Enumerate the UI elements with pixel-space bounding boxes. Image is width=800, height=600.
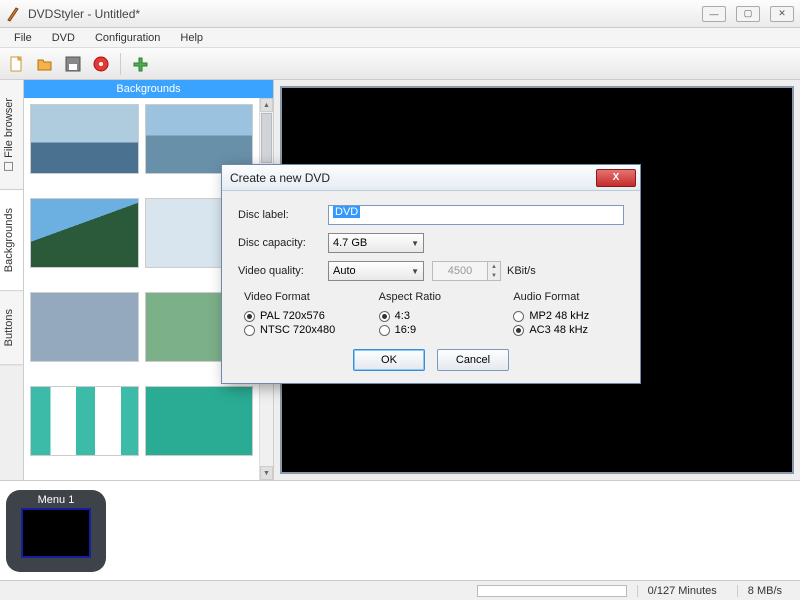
bitrate-spinner[interactable]: ▲▼ bbox=[487, 261, 501, 281]
new-dvd-dialog: Create a new DVD X Disc label: DVD Disc … bbox=[221, 164, 641, 384]
radio-icon bbox=[244, 325, 255, 336]
radio-icon bbox=[513, 311, 524, 322]
window-titlebar: DVDStyler - Untitled* — ▢ ✕ bbox=[0, 0, 800, 28]
dialog-close-button[interactable]: X bbox=[596, 169, 636, 187]
sidetab-buttons[interactable]: Buttons bbox=[0, 291, 23, 365]
audio-format-group: Audio Format MP2 48 kHz AC3 48 kHz bbox=[507, 291, 624, 337]
menu-chip-thumbnail bbox=[21, 508, 91, 558]
disc-burn-icon bbox=[92, 55, 110, 73]
window-maximize-button[interactable]: ▢ bbox=[736, 6, 760, 22]
background-thumbnail[interactable] bbox=[30, 386, 139, 456]
video-format-title: Video Format bbox=[238, 291, 355, 303]
sidetab-backgrounds[interactable]: Backgrounds bbox=[0, 190, 23, 291]
disc-label-label: Disc label: bbox=[238, 209, 328, 221]
sidetab-label: Backgrounds bbox=[3, 208, 15, 272]
video-quality-value: Auto bbox=[333, 265, 356, 277]
menu-help[interactable]: Help bbox=[170, 30, 213, 46]
dialog-body: Disc label: DVD Disc capacity: 4.7 GB ▼ … bbox=[222, 191, 640, 383]
disc-label-value: DVD bbox=[333, 206, 360, 218]
timeline: Menu 1 bbox=[0, 480, 800, 580]
disc-label-input[interactable]: DVD bbox=[328, 205, 624, 225]
menu-chip-label: Menu 1 bbox=[38, 494, 75, 506]
aspect-ratio-title: Aspect Ratio bbox=[373, 291, 490, 303]
video-format-group: Video Format PAL 720x576 NTSC 720x480 bbox=[238, 291, 355, 337]
video-quality-combo[interactable]: Auto ▼ bbox=[328, 261, 424, 281]
window-close-button[interactable]: ✕ bbox=[770, 6, 794, 22]
ok-button[interactable]: OK bbox=[353, 349, 425, 371]
toolbar-save-button[interactable] bbox=[60, 51, 86, 77]
toolbar-separator bbox=[120, 53, 121, 75]
radio-4-3[interactable]: 4:3 bbox=[373, 309, 490, 323]
chevron-down-icon: ▼ bbox=[411, 267, 419, 276]
scroll-up-button[interactable]: ▲ bbox=[260, 98, 273, 112]
chevron-down-icon: ▼ bbox=[411, 239, 419, 248]
toolbar bbox=[0, 48, 800, 80]
video-quality-label: Video quality: bbox=[238, 265, 328, 277]
disc-capacity-label: Disc capacity: bbox=[238, 237, 328, 249]
radio-icon bbox=[379, 311, 390, 322]
save-icon bbox=[64, 55, 82, 73]
scroll-down-button[interactable]: ▼ bbox=[260, 466, 273, 480]
disc-capacity-combo[interactable]: 4.7 GB ▼ bbox=[328, 233, 424, 253]
menu-dvd[interactable]: DVD bbox=[42, 30, 85, 46]
menu-configuration[interactable]: Configuration bbox=[85, 30, 170, 46]
radio-icon bbox=[379, 325, 390, 336]
folder-open-icon bbox=[36, 55, 54, 73]
menu-bar: File DVD Configuration Help bbox=[0, 28, 800, 48]
sidetab-file-browser[interactable]: File browser bbox=[0, 80, 23, 190]
radio-mp2[interactable]: MP2 48 kHz bbox=[507, 309, 624, 323]
side-tabs: File browser Backgrounds Buttons bbox=[0, 80, 24, 480]
status-minutes: 0/127 Minutes bbox=[637, 585, 727, 597]
status-bar: 0/127 Minutes 8 MB/s bbox=[0, 580, 800, 600]
spinner-down-icon[interactable]: ▼ bbox=[488, 271, 500, 280]
radio-ntsc[interactable]: NTSC 720x480 bbox=[238, 323, 355, 337]
radio-16-9[interactable]: 16:9 bbox=[373, 323, 490, 337]
radio-icon bbox=[513, 325, 524, 336]
audio-format-title: Audio Format bbox=[507, 291, 624, 303]
backgrounds-header: Backgrounds bbox=[24, 80, 273, 98]
timeline-menu-chip[interactable]: Menu 1 bbox=[6, 490, 106, 572]
bitrate-input: 4500 bbox=[432, 261, 488, 281]
menu-file[interactable]: File bbox=[4, 30, 42, 46]
status-progress bbox=[477, 585, 627, 597]
sidetab-label: File browser bbox=[3, 98, 15, 158]
radio-pal[interactable]: PAL 720x576 bbox=[238, 309, 355, 323]
background-thumbnail[interactable] bbox=[30, 292, 139, 362]
dialog-title: Create a new DVD bbox=[230, 171, 596, 185]
aspect-ratio-group: Aspect Ratio 4:3 16:9 bbox=[373, 291, 490, 337]
bitrate-unit: KBit/s bbox=[507, 265, 536, 277]
spinner-up-icon[interactable]: ▲ bbox=[488, 262, 500, 271]
radio-ac3[interactable]: AC3 48 kHz bbox=[507, 323, 624, 337]
plus-icon bbox=[131, 55, 149, 73]
toolbar-burn-button[interactable] bbox=[88, 51, 114, 77]
scroll-thumb[interactable] bbox=[261, 113, 272, 163]
toolbar-new-button[interactable] bbox=[4, 51, 30, 77]
toolbar-add-button[interactable] bbox=[127, 51, 153, 77]
dialog-titlebar[interactable]: Create a new DVD X bbox=[222, 165, 640, 191]
status-bitrate: 8 MB/s bbox=[737, 585, 792, 597]
background-thumbnail[interactable] bbox=[30, 104, 139, 174]
app-icon bbox=[6, 6, 22, 22]
radio-icon bbox=[244, 311, 255, 322]
background-thumbnail[interactable] bbox=[145, 386, 254, 456]
sidetab-label: Buttons bbox=[3, 309, 15, 346]
window-minimize-button[interactable]: — bbox=[702, 6, 726, 22]
disc-capacity-value: 4.7 GB bbox=[333, 237, 367, 249]
cancel-button[interactable]: Cancel bbox=[437, 349, 509, 371]
new-file-icon bbox=[8, 55, 26, 73]
window-title: DVDStyler - Untitled* bbox=[28, 7, 702, 21]
toolbar-open-button[interactable] bbox=[32, 51, 58, 77]
background-thumbnail[interactable] bbox=[30, 198, 139, 268]
